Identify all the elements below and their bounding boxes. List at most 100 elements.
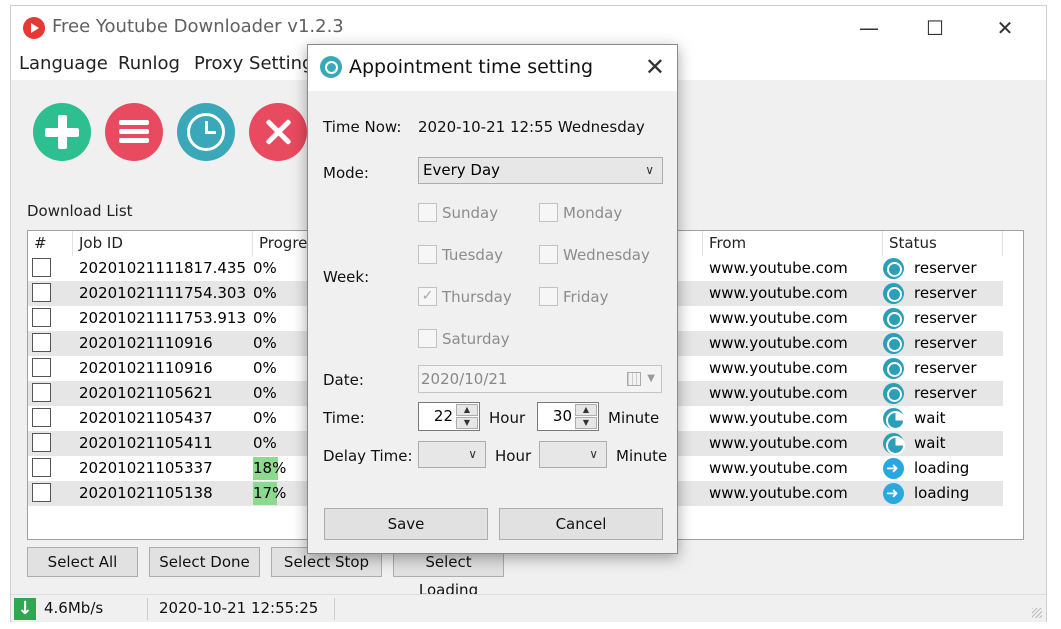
hour-spinner[interactable]: 22 ▲ ▼ [418, 402, 480, 431]
minute-spinner[interactable]: 30 ▲ ▼ [537, 402, 599, 431]
progress-cell: 0% [253, 259, 277, 277]
weekday-tuesday-label: Tuesday [442, 246, 504, 264]
row-checkbox[interactable] [32, 358, 51, 377]
from-cell: www.youtube.com [709, 434, 848, 452]
save-button[interactable]: Save [324, 508, 488, 540]
weekday-wednesday-checkbox[interactable] [539, 245, 558, 264]
mode-value: Every Day [423, 161, 501, 179]
minute-down-button[interactable]: ▼ [575, 417, 597, 429]
app-title: Free Youtube Downloader v1.2.3 [52, 16, 344, 37]
row-checkbox[interactable] [32, 408, 51, 427]
cancel-button[interactable]: Cancel [499, 508, 663, 540]
job-id-cell: 20201021110916 [79, 334, 213, 352]
chevron-down-icon: ∨ [468, 447, 477, 461]
mode-select[interactable]: Every Day ∨ [418, 157, 663, 184]
resize-grip[interactable] [1032, 608, 1042, 618]
time-label: Time: [323, 409, 365, 427]
list-button[interactable] [105, 103, 163, 161]
progress-cell: 0% [253, 409, 277, 427]
schedule-button[interactable] [177, 103, 235, 161]
col-header-job-id[interactable]: Job ID [73, 231, 253, 256]
col-header-index[interactable]: # [28, 231, 73, 256]
col-header-status[interactable]: Status [883, 231, 1003, 256]
col-header-from[interactable]: From [703, 231, 883, 256]
row-checkbox[interactable] [32, 308, 51, 327]
download-list-label: Download List [27, 202, 133, 220]
delete-button[interactable] [249, 103, 307, 161]
status-cell: reserver [914, 259, 977, 277]
weekday-thursday-label: Thursday [442, 288, 512, 306]
status-cell: reserver [914, 284, 977, 302]
status-datetime: 2020-10-21 12:55:25 [159, 599, 319, 617]
hour-down-button[interactable]: ▼ [456, 417, 478, 429]
dialog-close-button[interactable]: ✕ [645, 54, 665, 80]
job-id-cell: 20201021110916 [79, 359, 213, 377]
weekday-friday-checkbox[interactable] [539, 287, 558, 306]
weekday-tuesday-checkbox[interactable] [418, 245, 437, 264]
hour-up-button[interactable]: ▲ [456, 404, 478, 416]
select-done-button[interactable]: Select Done [149, 547, 260, 577]
weekday-saturday-checkbox[interactable] [418, 329, 437, 348]
progress-cell: 18% [253, 459, 287, 477]
row-checkbox[interactable] [32, 483, 51, 502]
status-reserver-icon [883, 308, 904, 329]
row-checkbox[interactable] [32, 383, 51, 402]
dialog-title-bar: Appointment time setting ✕ [308, 45, 677, 91]
row-checkbox[interactable] [32, 283, 51, 302]
minute-value: 30 [552, 407, 572, 425]
job-id-cell: 20201021105437 [79, 409, 213, 427]
delay-time-label: Delay Time: [323, 447, 413, 465]
weekday-monday-label: Monday [563, 204, 623, 222]
status-cell: reserver [914, 359, 977, 377]
job-id-cell: 20201021105621 [79, 384, 213, 402]
weekday-wednesday-label: Wednesday [563, 246, 650, 264]
download-speed: 4.6Mb/s [44, 599, 104, 617]
delay-hour-select[interactable]: ∨ [418, 441, 486, 468]
from-cell: www.youtube.com [709, 309, 848, 327]
progress-cell: 0% [253, 384, 277, 402]
from-cell: www.youtube.com [709, 334, 848, 352]
chevron-down-icon: ▼ [647, 373, 655, 384]
weekday-thursday-checkbox[interactable]: ✓ [418, 287, 437, 306]
weekday-sunday-checkbox[interactable] [418, 203, 437, 222]
row-checkbox[interactable] [32, 258, 51, 277]
mode-label: Mode: [323, 164, 369, 182]
delay-minute-select[interactable]: ∨ [539, 441, 607, 468]
progress-cell: 17% [253, 484, 287, 502]
menu-language[interactable]: Language [19, 53, 108, 74]
calendar-icon [627, 372, 641, 386]
menu-proxy-setting[interactable]: Proxy Setting [194, 53, 313, 74]
time-now-label: Time Now: [323, 118, 402, 136]
select-all-button[interactable]: Select All [27, 547, 138, 577]
row-checkbox[interactable] [32, 458, 51, 477]
from-cell: www.youtube.com [709, 259, 848, 277]
hour-value: 22 [433, 407, 453, 425]
app-logo-icon [23, 17, 45, 39]
status-reserver-icon [883, 383, 904, 404]
clock-icon [320, 56, 342, 78]
status-loading-icon [883, 483, 904, 504]
status-cell: loading [914, 484, 970, 502]
progress-cell: 0% [253, 434, 277, 452]
row-checkbox[interactable] [32, 333, 51, 352]
status-reserver-icon [883, 258, 904, 279]
from-cell: www.youtube.com [709, 384, 848, 402]
status-wait-icon [883, 433, 905, 455]
add-download-button[interactable] [33, 103, 91, 161]
minute-up-button[interactable]: ▲ [575, 404, 597, 416]
download-arrow-icon: ↓ [14, 598, 36, 620]
menu-runlog[interactable]: Runlog [118, 53, 180, 74]
delay-hour-unit: Hour [495, 447, 532, 465]
status-loading-icon [883, 458, 904, 479]
row-checkbox[interactable] [32, 433, 51, 452]
weekday-monday-checkbox[interactable] [539, 203, 558, 222]
date-value: 2020/10/21 [421, 370, 508, 388]
delay-minute-unit: Minute [616, 447, 668, 465]
date-picker[interactable]: 2020/10/21 ▼ [418, 365, 662, 393]
job-id-cell: 20201021105138 [79, 484, 213, 502]
appointment-dialog: Appointment time setting ✕ Time Now: 202… [307, 44, 678, 554]
close-button[interactable]: ✕ [985, 14, 1025, 42]
time-now-value: 2020-10-21 12:55 Wednesday [418, 118, 645, 136]
maximize-button[interactable]: ☐ [915, 14, 955, 42]
minimize-button[interactable]: — [849, 14, 889, 42]
